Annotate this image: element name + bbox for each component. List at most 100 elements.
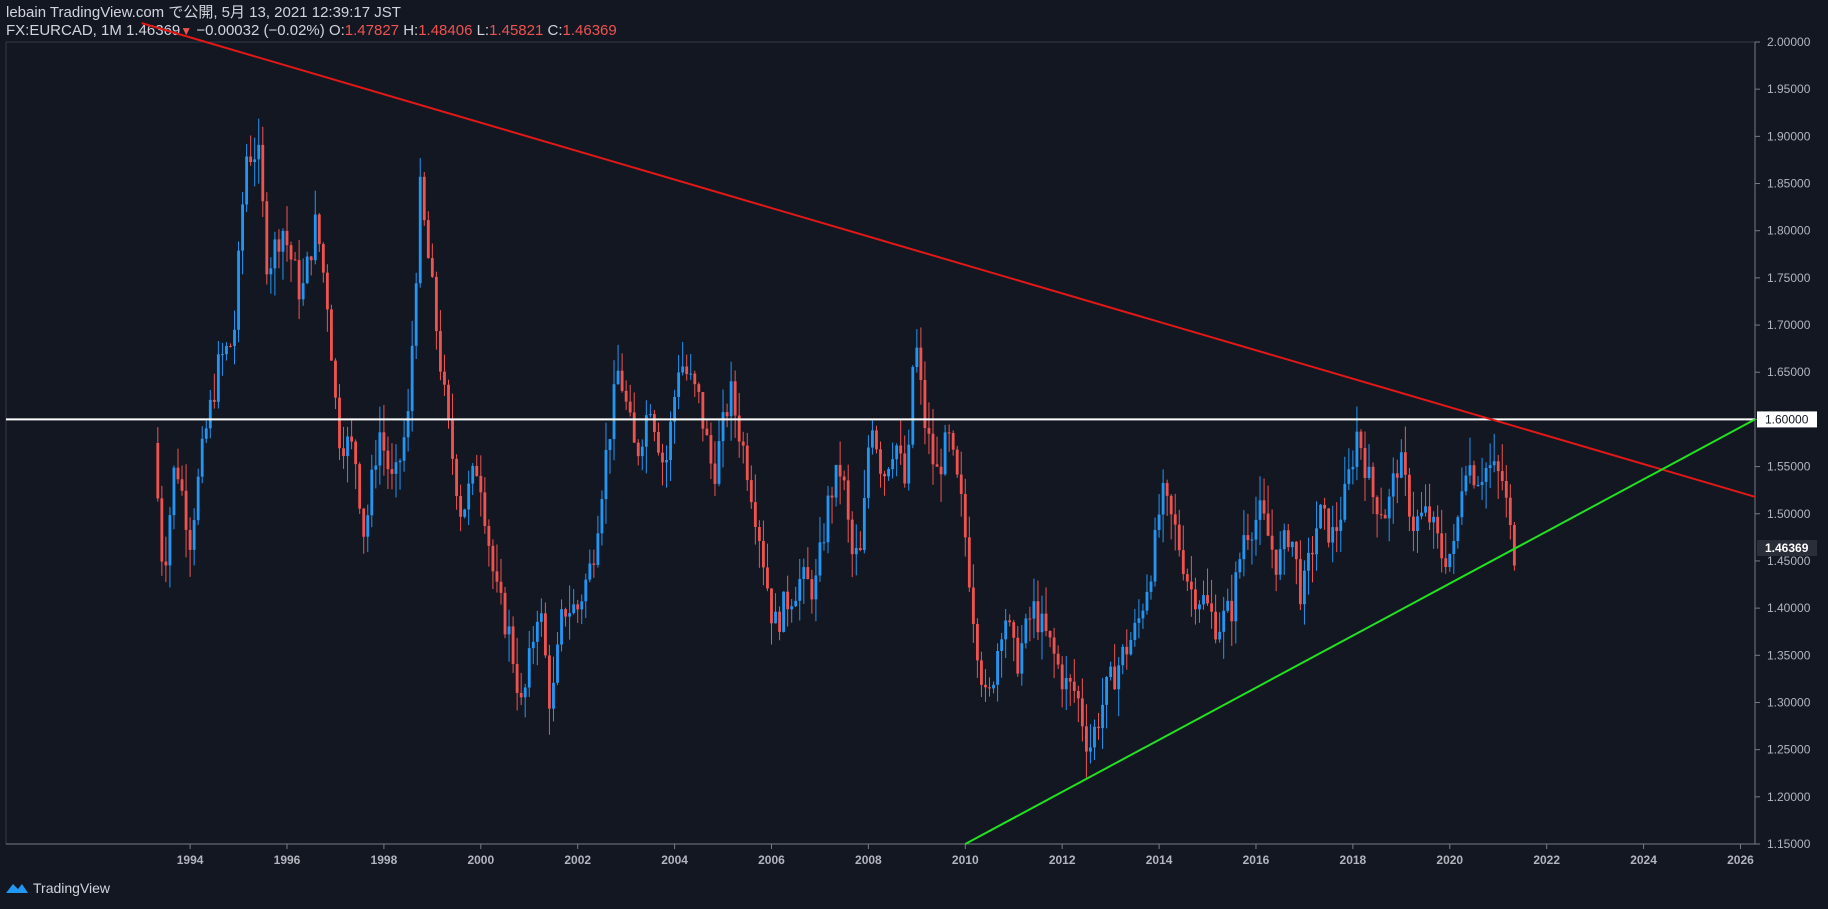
candle-body xyxy=(471,465,475,484)
candle-body xyxy=(866,447,870,498)
candle-body xyxy=(1165,482,1169,496)
footer-brand[interactable]: TradingView xyxy=(33,880,110,896)
x-tick-label: 2006 xyxy=(758,853,785,867)
candle-body xyxy=(652,414,656,432)
candle-body xyxy=(531,641,535,649)
y-tick-label: 1.50000 xyxy=(1767,507,1811,521)
candle-body xyxy=(963,493,967,538)
candle-body xyxy=(685,366,689,375)
candle-body xyxy=(1177,524,1181,551)
candle-body xyxy=(447,384,450,419)
candle-body xyxy=(733,381,737,416)
candle-body xyxy=(463,509,467,517)
candle-body xyxy=(895,445,899,460)
candle-body xyxy=(1480,481,1484,486)
candle-body xyxy=(822,542,826,544)
candle-body xyxy=(1395,473,1399,478)
candle-body xyxy=(1371,466,1375,498)
candle-body xyxy=(879,449,882,474)
price-chart[interactable]: 2.00000 1.95000 1.90000 1.85000 1.80000 1.750… xyxy=(0,0,1828,909)
candle-body xyxy=(1246,535,1250,541)
candle-body xyxy=(269,268,273,275)
candle-body xyxy=(1416,516,1419,532)
candle-body xyxy=(176,467,180,480)
candle-body xyxy=(1137,618,1141,623)
candle-body xyxy=(1194,589,1197,610)
candle-body xyxy=(382,432,386,451)
candle-body xyxy=(265,201,269,275)
candle-body xyxy=(410,345,414,412)
y-tick-label: 1.25000 xyxy=(1767,743,1811,757)
candle-body xyxy=(455,458,458,497)
candle-body xyxy=(523,687,527,698)
candle-body xyxy=(394,462,398,474)
candle-body xyxy=(495,571,499,582)
candle-body xyxy=(1101,704,1104,729)
candle-body xyxy=(1331,527,1335,543)
candle-body xyxy=(907,444,911,484)
candle-body xyxy=(725,412,729,417)
candle-body xyxy=(1484,468,1488,482)
tradingview-logo-icon xyxy=(6,884,28,893)
candle-body xyxy=(204,428,208,439)
candle-body xyxy=(681,366,685,373)
candle-body xyxy=(519,692,523,698)
x-tick-label: 2000 xyxy=(467,853,494,867)
candle-body xyxy=(1294,541,1298,560)
candle-body xyxy=(301,283,305,300)
candle-body xyxy=(414,283,418,346)
candle-body xyxy=(406,411,410,438)
candle-body xyxy=(1153,530,1157,582)
candle-body xyxy=(1319,504,1322,529)
candle-body xyxy=(923,380,927,428)
candle-body xyxy=(1504,481,1508,498)
candle-body xyxy=(1311,552,1314,555)
candle-body xyxy=(935,464,939,467)
candle-body xyxy=(293,259,297,261)
candle-body xyxy=(313,214,317,261)
candle-body xyxy=(434,276,438,332)
candle-body xyxy=(1367,466,1371,479)
candle-body xyxy=(330,309,333,361)
candle-body xyxy=(588,563,592,580)
y-tick-label: 1.35000 xyxy=(1767,648,1811,662)
candle-body xyxy=(1214,611,1218,640)
candle-body xyxy=(1093,726,1096,748)
candle-body xyxy=(584,579,588,602)
y-tick-label: 2.00000 xyxy=(1767,35,1811,49)
candle-body xyxy=(1020,643,1024,674)
candle-body xyxy=(1028,618,1032,620)
candle-body xyxy=(854,547,858,555)
candle-body xyxy=(1080,698,1084,727)
candle-body xyxy=(1351,466,1355,470)
candle-body xyxy=(604,449,608,500)
candle-body xyxy=(539,613,543,622)
candle-body xyxy=(172,467,176,516)
candle-body xyxy=(346,436,349,457)
candle-body xyxy=(196,476,200,521)
candle-body xyxy=(1173,514,1177,525)
candle-body xyxy=(1270,535,1274,550)
candle-body xyxy=(1456,517,1460,541)
candle-body xyxy=(1242,535,1246,560)
candle-body xyxy=(1258,500,1262,520)
candle-body xyxy=(705,428,709,436)
candle-body xyxy=(543,613,547,656)
candle-body xyxy=(564,609,567,617)
x-tick-label: 2024 xyxy=(1630,853,1657,867)
candle-body xyxy=(858,547,862,551)
candle-body xyxy=(402,437,406,461)
candle-body xyxy=(164,561,168,566)
y-tick-label: 1.15000 xyxy=(1767,837,1811,851)
candle-body xyxy=(871,430,874,448)
candle-body xyxy=(899,445,903,454)
candle-body xyxy=(233,329,236,347)
candle-body xyxy=(1262,500,1266,514)
candle-body xyxy=(1133,622,1137,640)
candle-body xyxy=(838,464,842,477)
candle-body xyxy=(846,480,850,520)
candle-body xyxy=(955,449,959,475)
candle-body xyxy=(1230,600,1234,622)
candle-body xyxy=(693,373,697,385)
candle-body xyxy=(1250,539,1254,541)
